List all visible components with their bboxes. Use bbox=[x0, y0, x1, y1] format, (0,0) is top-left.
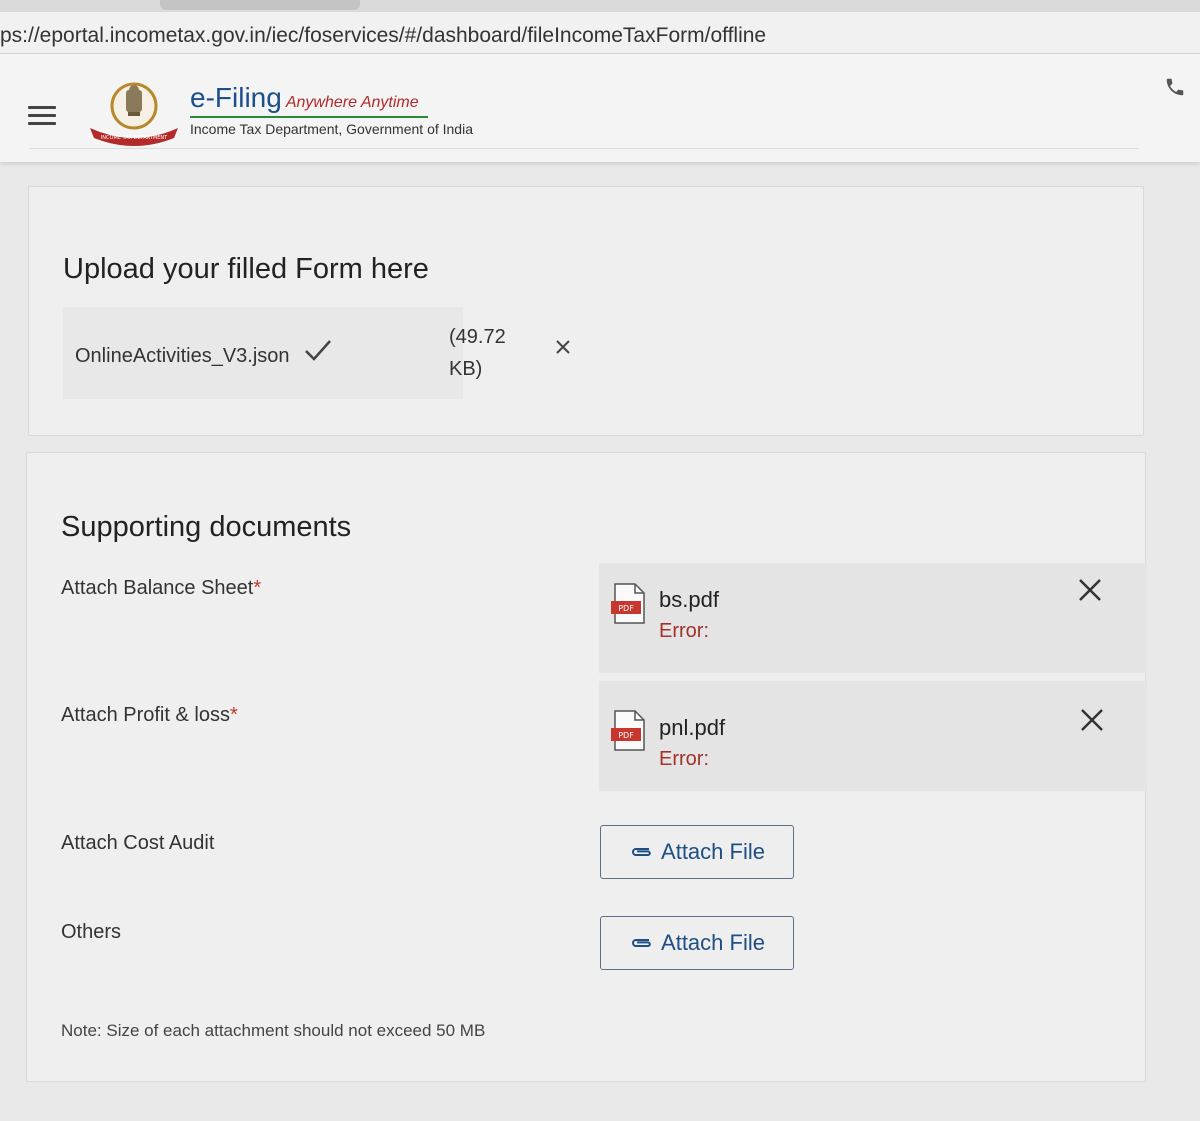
brand-block[interactable]: e-Filing Anywhere Anytime Income Tax Depa… bbox=[190, 82, 473, 137]
uploaded-file-size: (49.72 KB) bbox=[449, 326, 506, 380]
balance-sheet-error: Error: bbox=[659, 620, 709, 642]
site-header: INCOME TAX DEPARTMENT e-Filing Anywhere A… bbox=[0, 54, 1200, 162]
emblem-logo-icon: INCOME TAX DEPARTMENT bbox=[90, 82, 178, 146]
supporting-section-title: Supporting documents bbox=[61, 511, 352, 543]
upload-section-title: Upload your filled Form here bbox=[63, 253, 429, 285]
browser-tab[interactable] bbox=[160, 0, 360, 10]
balance-sheet-attachment bbox=[599, 563, 1147, 673]
profit-loss-error: Error: bbox=[659, 748, 709, 770]
uploaded-file-name: OnlineActivities_V3.json bbox=[75, 345, 290, 367]
phone-icon[interactable] bbox=[1164, 76, 1186, 98]
remove-balance-sheet-icon[interactable] bbox=[1078, 578, 1102, 602]
svg-text:INCOME TAX DEPARTMENT: INCOME TAX DEPARTMENT bbox=[101, 135, 168, 141]
checkmark-icon bbox=[305, 340, 331, 361]
svg-text:PDF: PDF bbox=[618, 731, 634, 740]
svg-text:PDF: PDF bbox=[618, 604, 634, 613]
paperclip-icon bbox=[632, 939, 651, 947]
pdf-file-icon: PDF bbox=[611, 583, 645, 624]
address-bar[interactable]: ps://eportal.incometax.gov.in/iec/foserv… bbox=[0, 12, 1200, 54]
cost-audit-label: Attach Cost Audit bbox=[61, 832, 215, 854]
balance-sheet-label: Attach Balance Sheet* bbox=[61, 577, 262, 599]
remove-file-icon[interactable] bbox=[555, 339, 571, 355]
url-text[interactable]: ps://eportal.incometax.gov.in/iec/foserv… bbox=[0, 24, 766, 48]
brand-subtitle: Income Tax Department, Government of Ind… bbox=[190, 121, 473, 137]
upload-form-card: Upload your filled Form here OnlineActiv… bbox=[28, 186, 1144, 436]
browser-tab-strip bbox=[0, 0, 1200, 12]
brand-tagline: Anywhere Anytime bbox=[285, 94, 419, 111]
remove-profit-loss-icon[interactable] bbox=[1080, 708, 1104, 732]
pdf-file-icon: PDF bbox=[611, 710, 645, 751]
attachment-size-note: Note: Size of each attachment should not… bbox=[61, 1021, 486, 1040]
others-label: Others bbox=[61, 921, 122, 943]
supporting-documents-card: Supporting documents Attach Balance Shee… bbox=[26, 452, 1147, 1082]
brand-title: e-Filing Anywhere Anytime bbox=[190, 82, 419, 113]
balance-sheet-file-name: bs.pdf bbox=[659, 587, 719, 612]
paperclip-icon bbox=[632, 848, 651, 856]
profit-loss-file-name: pnl.pdf bbox=[659, 715, 726, 740]
brand-divider bbox=[190, 116, 428, 118]
header-divider bbox=[30, 148, 1138, 149]
attach-others-button[interactable]: Attach File bbox=[600, 916, 794, 970]
attach-cost-audit-button[interactable]: Attach File bbox=[600, 825, 794, 879]
profit-loss-label: Attach Profit & loss* bbox=[61, 704, 238, 726]
menu-icon[interactable] bbox=[28, 106, 56, 128]
